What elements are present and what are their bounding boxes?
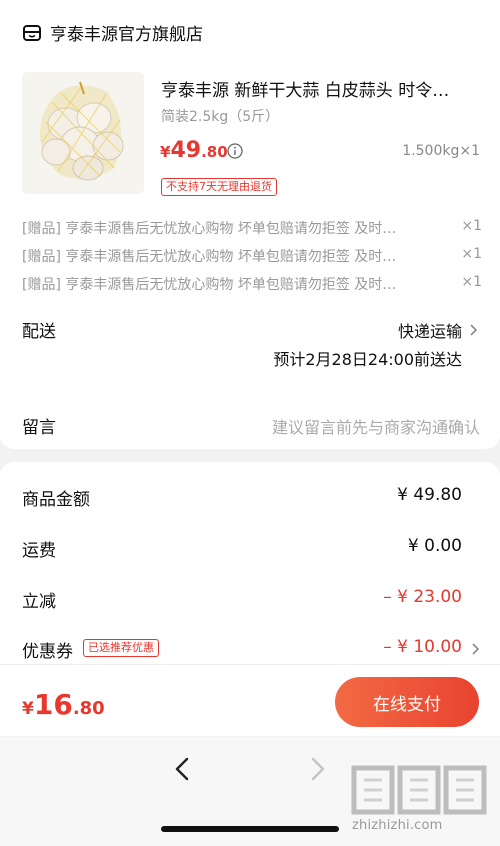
shipping-method: 快递运输 xyxy=(397,322,462,341)
gift-text: [赠品] 亨泰丰源售后无忧放心购物 坏单包赔请勿拒签 及时… xyxy=(22,277,397,293)
discount-label: 立减 xyxy=(22,592,56,612)
gift-qty: ×1 xyxy=(461,246,482,262)
product-image[interactable] xyxy=(22,72,144,194)
gift-item: [赠品] 亨泰丰源售后无忧放心购物 坏单包赔请勿拒签 及时… ×1 xyxy=(22,246,482,266)
gift-item: [赠品] 亨泰丰源售后无忧放心购物 坏单包赔请勿拒签 及时… ×1 xyxy=(22,274,482,294)
coupon-label: 优惠券 xyxy=(22,642,73,662)
discount-value: – ¥ 23.00 xyxy=(383,587,462,607)
goods-amount-label: 商品金额 xyxy=(22,490,90,510)
garlic-image xyxy=(22,72,144,194)
store-icon xyxy=(23,24,41,41)
gift-qty: ×1 xyxy=(461,274,482,290)
no-return-badge: 不支持7天无理由退货 xyxy=(161,178,277,196)
product-title[interactable]: 亨泰丰源 新鲜干大蒜 白皮蒜头 时令… xyxy=(161,76,481,101)
shipping-method-selector[interactable]: 快递运输 xyxy=(398,318,478,342)
home-indicator[interactable] xyxy=(161,826,339,832)
shipping-label: 配送 xyxy=(22,322,56,342)
total-decimal: .80 xyxy=(72,698,105,719)
product-spec: 简装2.5kg（5斤） xyxy=(161,109,280,125)
message-input[interactable]: 建议留言前先与商家沟通确认 xyxy=(272,414,480,438)
product-price: ¥ 49 .80 xyxy=(160,138,228,163)
price-currency: ¥ xyxy=(160,143,171,161)
info-icon[interactable] xyxy=(227,143,243,159)
total-currency: ¥ xyxy=(22,699,34,719)
goods-amount-value: ¥ 49.80 xyxy=(397,485,462,505)
chevron-right-icon xyxy=(470,324,478,336)
gift-text: [赠品] 亨泰丰源售后无忧放心购物 坏单包赔请勿拒签 及时… xyxy=(22,221,397,237)
message-label: 留言 xyxy=(22,418,56,438)
gift-qty: ×1 xyxy=(461,218,482,234)
back-icon[interactable] xyxy=(172,756,192,782)
freight-value: ¥ 0.00 xyxy=(407,536,462,556)
pay-online-button[interactable]: 在线支付 xyxy=(335,677,479,727)
watermark-logo xyxy=(351,765,487,815)
order-total: ¥ 16 .80 xyxy=(22,688,105,721)
store-name: 亨泰丰源官方旗舰店 xyxy=(50,25,203,45)
coupon-value[interactable]: – ¥ 10.00 xyxy=(383,637,462,657)
watermark-text: zhizhizhi.com xyxy=(352,818,443,833)
total-integer: 16 xyxy=(33,688,73,721)
forward-icon[interactable] xyxy=(308,756,328,782)
store-header[interactable]: 亨泰丰源官方旗舰店 xyxy=(22,20,203,45)
gift-text: [赠品] 亨泰丰源售后无忧放心购物 坏单包赔请勿拒签 及时… xyxy=(22,249,397,265)
shipping-eta: 预计2月28日24:00前送达 xyxy=(273,350,462,369)
freight-label: 运费 xyxy=(22,541,56,561)
coupon-tag: 已选推荐优惠 xyxy=(83,639,159,657)
chevron-right-icon[interactable] xyxy=(470,642,480,656)
product-quantity: 1.500kg×1 xyxy=(402,143,480,159)
gift-item: [赠品] 亨泰丰源售后无忧放心购物 坏单包赔请勿拒签 及时… ×1 xyxy=(22,218,482,238)
price-integer: 49 xyxy=(170,138,202,163)
price-decimal: .80 xyxy=(201,143,228,161)
